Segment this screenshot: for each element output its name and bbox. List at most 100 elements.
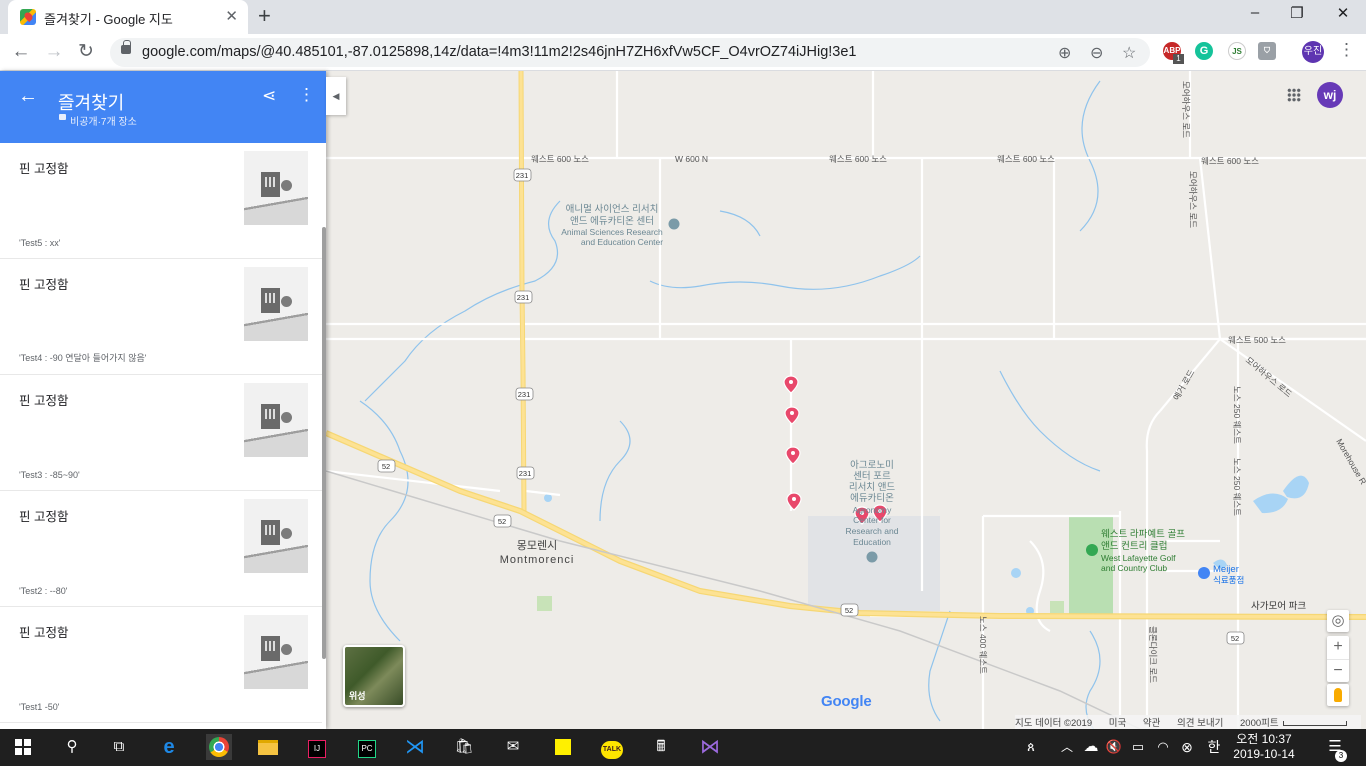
zoom-in-button[interactable]: + <box>1327 636 1349 659</box>
system-clock[interactable]: 오전 10:37 2019-10-14 <box>1232 732 1296 762</box>
search-icon[interactable]: ⚲ <box>59 734 85 760</box>
battery-icon[interactable]: ▭ <box>1125 734 1151 760</box>
back-arrow-icon[interactable]: ← <box>9 41 33 65</box>
road-label: 모어하우스 로드 <box>1188 171 1198 228</box>
back-arrow-icon[interactable]: ← <box>18 85 38 108</box>
profile-avatar[interactable]: 우진 <box>1302 41 1324 63</box>
panel-header: ← 즐겨찾기 비공개·7개 장소 ⋖ ⋮ <box>0 71 326 143</box>
browser-tab[interactable]: 즐겨찾기 - Google 지도 ✕ <box>8 0 248 34</box>
minimize-window-icon[interactable]: – <box>1232 4 1278 28</box>
tree-icon <box>281 412 292 423</box>
people-icon[interactable]: ጰ <box>1018 734 1044 760</box>
google-apps-icon[interactable] <box>1287 88 1301 102</box>
bookmark-star-icon[interactable]: ☆ <box>1122 43 1136 63</box>
road-label: 웨스트 500 노스 <box>1228 335 1286 345</box>
terms-link[interactable]: 약관 <box>1143 718 1160 729</box>
edge-browser-icon[interactable]: e <box>156 734 182 760</box>
satellite-toggle[interactable]: 위성 <box>343 645 405 707</box>
road-label: 예거 로드 <box>1171 368 1197 402</box>
road-label: 클론다이크 로드 <box>1148 626 1158 683</box>
tab-strip: 즐겨찾기 - Google 지도 ✕ + – ❐ ✕ <box>0 0 1366 34</box>
ime-indicator[interactable]: 한 <box>1201 734 1227 760</box>
close-tab-icon[interactable]: ✕ <box>225 7 238 25</box>
poi-label: Meijer <box>1213 564 1239 575</box>
poi-label: 웨스트 라파예트 골프 <box>1101 528 1185 540</box>
map-data-text: 지도 데이터 ©2019 <box>1015 718 1093 729</box>
vscode-icon[interactable]: ⋊ <box>402 734 428 760</box>
scale-label[interactable]: 2000피트 <box>1240 718 1279 729</box>
panel-scrollbar[interactable] <box>322 227 326 659</box>
calculator-icon[interactable]: 🖩 <box>648 734 674 760</box>
list-item[interactable]: 핀 고정함 'Test3 : -85~90' <box>0 375 322 491</box>
place-thumbnail <box>244 383 308 457</box>
road-label: 모어하우스 로드 <box>1244 355 1294 399</box>
my-location-icon[interactable]: ◎ <box>1327 610 1349 632</box>
clock-date: 2019-10-14 <box>1233 747 1295 761</box>
no-connection-icon[interactable]: ⊗ <box>1174 734 1200 760</box>
lock-icon <box>59 114 66 120</box>
lake-2 <box>1283 475 1309 499</box>
intellij-icon[interactable]: IJ <box>304 734 330 760</box>
favorites-panel: ← 즐겨찾기 비공개·7개 장소 ⋖ ⋮ 핀 고정함 'Test5 : xx' … <box>0 71 346 729</box>
windows-start-icon[interactable] <box>10 734 36 760</box>
install-app-icon[interactable]: ⊕ <box>1058 43 1071 63</box>
zoom-icon[interactable]: ⊖ <box>1090 43 1103 63</box>
store-icon[interactable]: 🛍 <box>451 734 477 760</box>
chrome-icon[interactable] <box>206 734 232 760</box>
sticky-notes-icon[interactable] <box>550 734 576 760</box>
pycharm-icon[interactable]: PC <box>354 734 380 760</box>
place-thumbnail <box>244 267 308 341</box>
item-label: 핀 고정함 <box>19 626 69 640</box>
collapse-panel-button[interactable]: ◀ <box>326 77 346 115</box>
account-avatar[interactable]: wj <box>1317 82 1343 108</box>
map-attribution: 지도 데이터 ©2019 미국 약관 의견 보내기 2000피트 <box>1015 715 1361 729</box>
list-item[interactable]: 핀 고정함 'Test4 : -90 연달아 들어가지 않음' <box>0 259 322 375</box>
route-shield-label: 231 <box>518 390 531 399</box>
region-link[interactable]: 미국 <box>1109 718 1126 729</box>
address-bar[interactable]: google.com/maps/@40.485101,-87.0125898,1… <box>110 38 1150 67</box>
windows-taskbar: ⚲ ⧉ e IJ PC ⋊ 🛍 ✉ TALK 🖩 ⋈ ጰ ︿ ☁ 🔇 ▭ ◠ ⊗… <box>0 729 1366 766</box>
file-explorer-icon[interactable] <box>255 734 281 760</box>
feedback-link[interactable]: 의견 보내기 <box>1177 718 1223 729</box>
building-icon <box>261 636 280 661</box>
road-label: 모어하우스 로드 <box>1181 81 1191 138</box>
list-item[interactable]: 핀 고정함 'Test2 : --80' <box>0 491 322 607</box>
poi-label: Research and <box>846 526 899 536</box>
building-icon <box>261 288 280 313</box>
kakaotalk-icon[interactable]: TALK <box>599 734 625 760</box>
saved-places-list: 핀 고정함 'Test5 : xx' 핀 고정함 'Test4 : -90 연달… <box>0 143 322 729</box>
list-item[interactable]: 핀 고정함 'Test5 : xx' <box>0 143 322 259</box>
restore-window-icon[interactable]: ❐ <box>1274 4 1320 28</box>
item-note: 'Test4 : -90 연달아 들어가지 않음' <box>19 353 147 363</box>
volume-muted-icon[interactable]: 🔇 <box>1101 734 1127 760</box>
pond-4 <box>544 494 552 502</box>
visual-studio-icon[interactable]: ⋈ <box>697 734 723 760</box>
new-tab-icon[interactable]: + <box>258 3 271 29</box>
pegman-icon[interactable] <box>1327 684 1349 706</box>
poi-label: 센터 포르 <box>853 471 891 482</box>
notification-count-badge: 3 <box>1335 750 1347 762</box>
wifi-icon[interactable]: ◠ <box>1150 734 1176 760</box>
tree-icon <box>281 528 292 539</box>
forward-arrow-icon[interactable]: → <box>42 41 66 65</box>
pond-2 <box>1011 568 1021 578</box>
building-icon <box>261 172 280 197</box>
show-hidden-icons-icon[interactable]: ︿ <box>1054 734 1080 760</box>
share-icon[interactable]: ⋖ <box>262 86 276 106</box>
town-label: Montmorenci <box>500 554 575 566</box>
chrome-menu-icon[interactable]: ⋮ <box>1338 40 1355 60</box>
more-options-icon[interactable]: ⋮ <box>298 85 315 105</box>
reload-icon[interactable]: ↻ <box>74 41 98 65</box>
browser-toolbar: ← → ↻ google.com/maps/@40.485101,-87.012… <box>0 34 1366 71</box>
list-item[interactable]: 핀 고정함 'Test1 -50' <box>0 607 322 723</box>
poi-label: 앤드 에듀카티온 센터 <box>570 216 654 227</box>
task-view-icon[interactable]: ⧉ <box>106 734 132 760</box>
url-text[interactable]: google.com/maps/@40.485101,-87.0125898,1… <box>142 44 857 60</box>
shield-extension-icon[interactable]: ⛉ <box>1258 42 1276 60</box>
mail-icon[interactable]: ✉ <box>500 734 526 760</box>
zoom-out-button[interactable]: − <box>1327 659 1349 682</box>
js-extension-icon[interactable]: JS <box>1228 42 1246 60</box>
close-window-icon[interactable]: ✕ <box>1320 4 1366 28</box>
grammarly-extension-icon[interactable]: G <box>1195 42 1213 60</box>
place-thumbnail <box>244 499 308 573</box>
